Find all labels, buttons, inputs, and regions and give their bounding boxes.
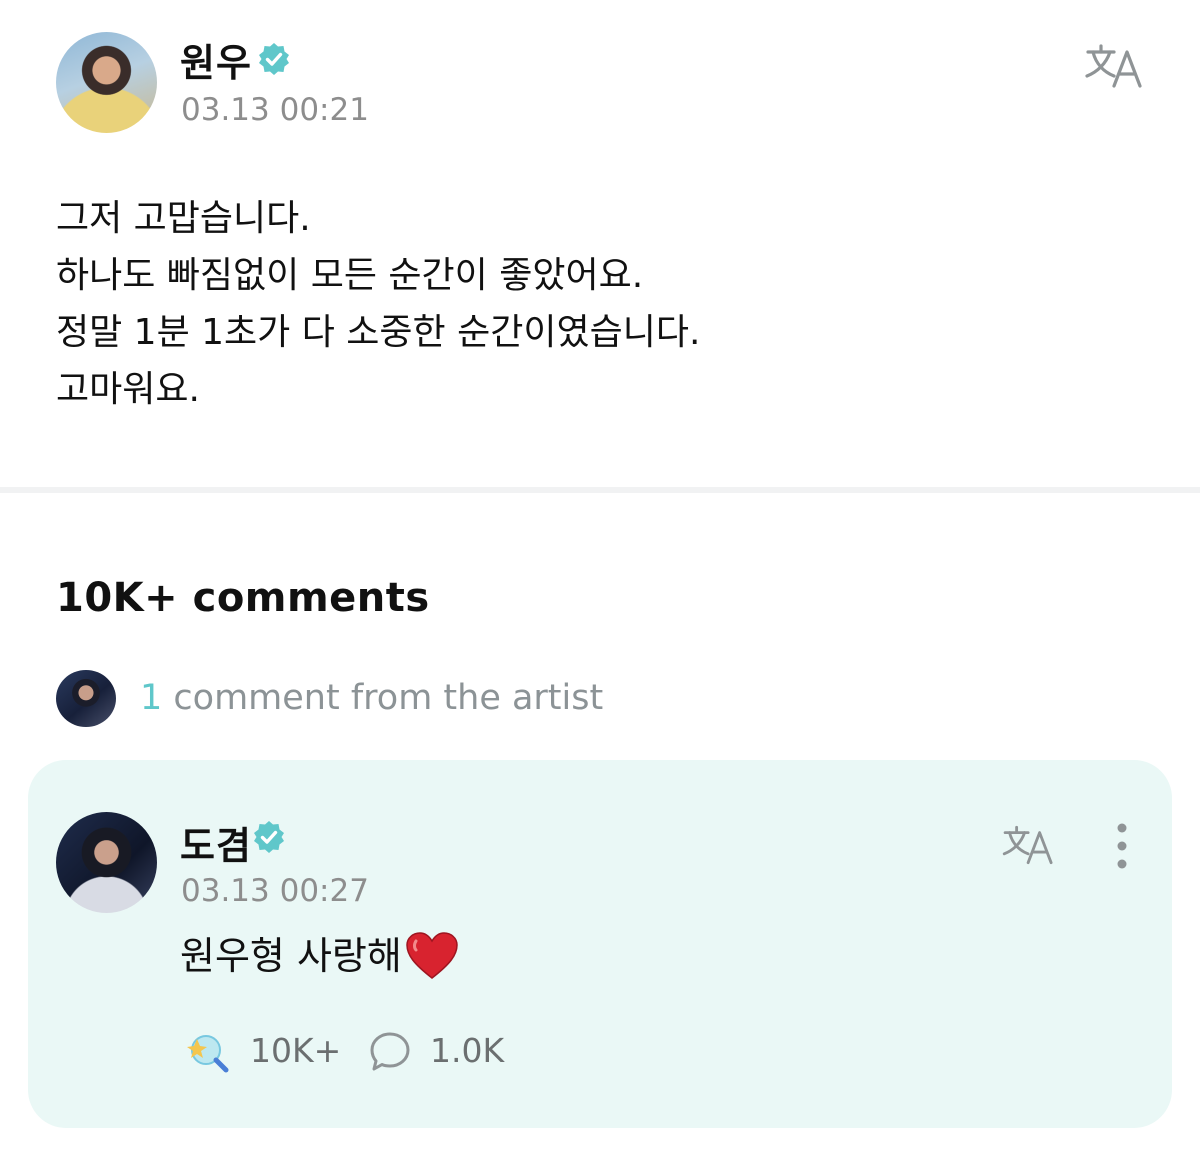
artist-comment-card[interactable]: 도겸 03.13 00:27 원우형 사랑해 10K+ 1.0K <box>28 760 1172 1128</box>
comment-reactions: 10K+ 1.0K <box>180 1025 780 1075</box>
artist-comment-count: 1 <box>140 678 163 718</box>
comment-text-body: 원우형 사랑해 <box>180 934 402 978</box>
sparkle-like-icon[interactable] <box>180 1029 232 1073</box>
verified-badge-icon <box>254 821 284 853</box>
commenter-name[interactable]: 도겸 <box>180 815 252 870</box>
commenter-avatar[interactable] <box>56 812 157 913</box>
reply-count: 1.0K <box>430 1031 505 1070</box>
translate-icon[interactable] <box>1084 40 1146 92</box>
section-divider <box>0 487 1200 493</box>
translate-icon[interactable] <box>1000 822 1058 868</box>
post-line: 고마워요. <box>56 369 200 410</box>
post-line: 하나도 빠짐없이 모든 순간이 좋았어요. <box>56 255 644 296</box>
artist-avatar <box>56 670 116 727</box>
author-name[interactable]: 원우 <box>180 32 252 87</box>
more-vertical-icon[interactable] <box>1110 822 1134 870</box>
post-line: 정말 1분 1초가 다 소중한 순간이였습니다. <box>56 312 701 353</box>
verified-badge-icon <box>259 43 289 75</box>
comments-count-heading: 10K+ comments <box>56 575 430 621</box>
artist-comments-label: 1 comment from the artist <box>140 678 603 718</box>
heart-emoji-icon <box>406 932 458 979</box>
artist-comment-label-text: comment from the artist <box>173 678 604 718</box>
speech-bubble-icon[interactable] <box>368 1030 412 1074</box>
post-header: 원우 03.13 00:21 <box>56 30 1156 140</box>
like-count: 10K+ <box>250 1031 342 1070</box>
post-line: 그저 고맙습니다. <box>56 198 311 239</box>
comment-text: 원우형 사랑해 <box>180 925 460 981</box>
post-body: 그저 고맙습니다. 하나도 빠짐없이 모든 순간이 좋았어요. 정말 1분 1초… <box>56 190 1156 418</box>
post-timestamp: 03.13 00:21 <box>181 92 369 128</box>
comment-timestamp: 03.13 00:27 <box>181 873 369 909</box>
artist-comments-link[interactable]: 1 comment from the artist <box>56 670 756 730</box>
author-avatar[interactable] <box>56 32 157 133</box>
